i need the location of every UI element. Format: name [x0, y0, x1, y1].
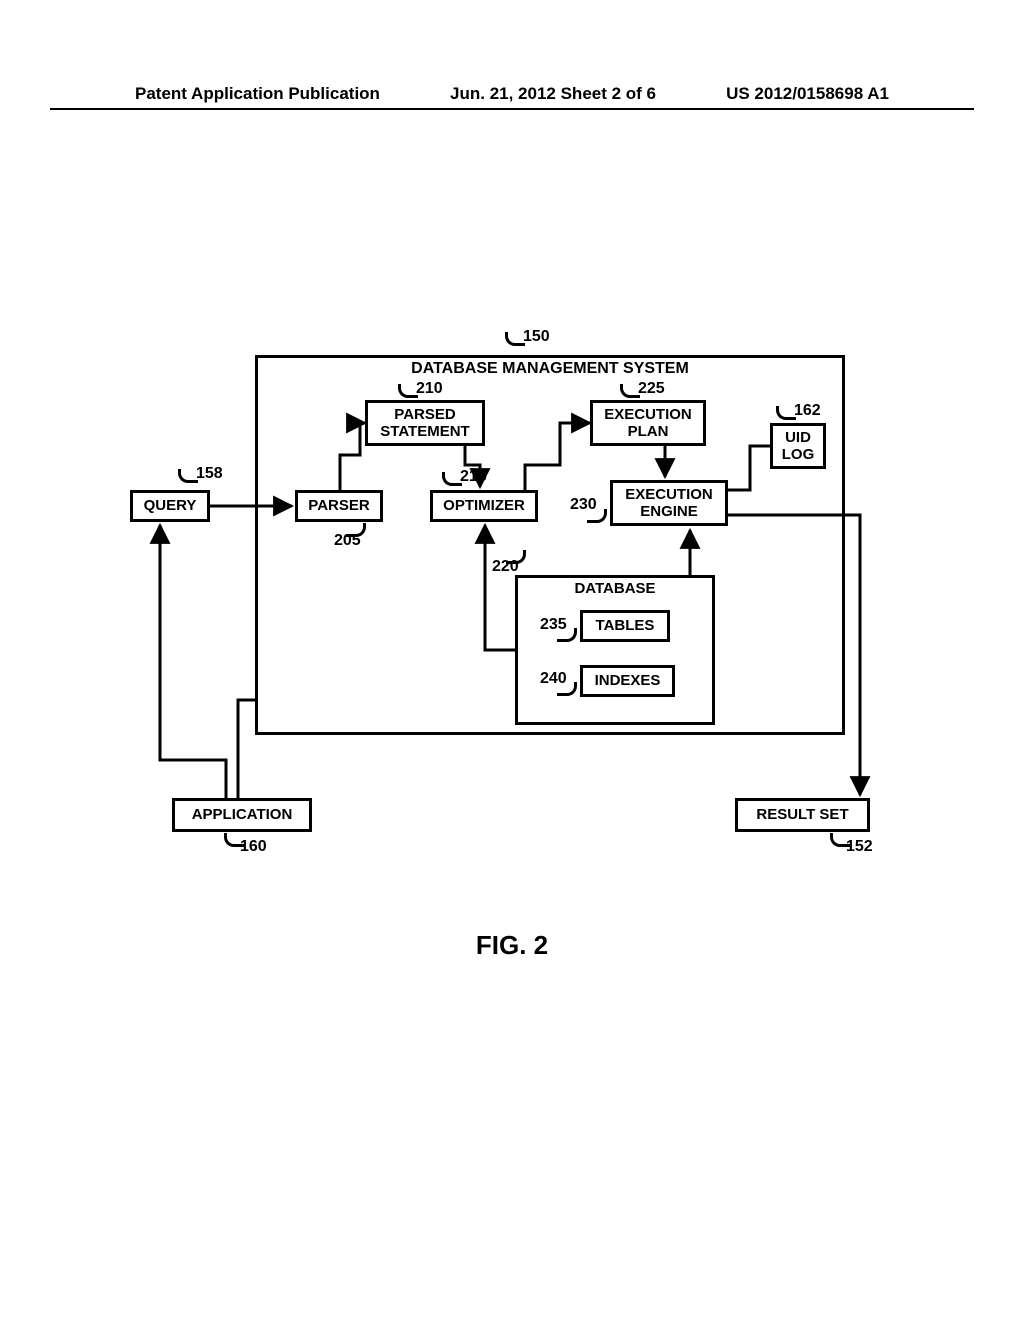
result-set-box: RESULT SET [735, 798, 870, 832]
ref-160: 160 [240, 838, 267, 856]
dbms-title: DATABASE MANAGEMENT SYSTEM [390, 360, 710, 378]
hook-225 [620, 384, 640, 398]
ref-158: 158 [196, 465, 223, 483]
application-box: APPLICATION [172, 798, 312, 832]
uid-log-box: UID LOG [770, 423, 826, 469]
tables-box: TABLES [580, 610, 670, 642]
ref-152: 152 [846, 838, 873, 856]
ref-150: 150 [523, 328, 550, 346]
database-container [515, 575, 715, 725]
parsed-statement-box: PARSED STATEMENT [365, 400, 485, 446]
execution-plan-box: EXECUTION PLAN [590, 400, 706, 446]
ref-225: 225 [638, 380, 665, 398]
indexes-box: INDEXES [580, 665, 675, 697]
ref-215: 215 [460, 468, 487, 486]
ref-210: 210 [416, 380, 443, 398]
figure-caption: FIG. 2 [0, 930, 1024, 961]
hook-160 [224, 833, 244, 847]
hook-162 [776, 406, 796, 420]
database-title: DATABASE [550, 580, 680, 597]
hook-152 [830, 833, 850, 847]
execution-engine-box: EXECUTION ENGINE [610, 480, 728, 526]
header-left: Patent Application Publication [135, 84, 380, 104]
hook-158 [178, 469, 198, 483]
hook-215 [442, 472, 462, 486]
parser-box: PARSER [295, 490, 383, 522]
hook-150 [505, 332, 525, 346]
header-right: US 2012/0158698 A1 [726, 84, 889, 104]
ref-162: 162 [794, 402, 821, 420]
optimizer-box: OPTIMIZER [430, 490, 538, 522]
header-rule [50, 108, 974, 110]
query-box: QUERY [130, 490, 210, 522]
diagram-fig2: DATABASE MANAGEMENT SYSTEM DATABASE QUER… [130, 320, 895, 880]
hook-210 [398, 384, 418, 398]
header-mid: Jun. 21, 2012 Sheet 2 of 6 [450, 84, 656, 104]
